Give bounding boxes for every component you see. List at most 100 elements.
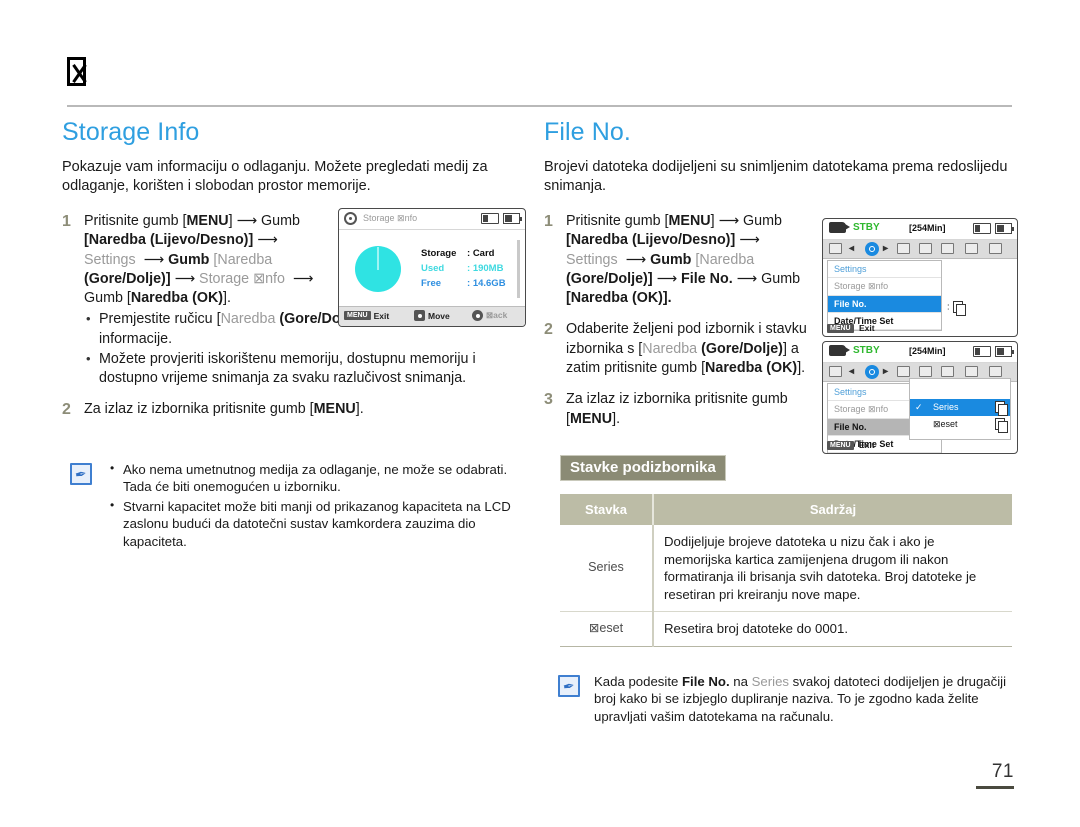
step2-e: ].: [797, 360, 806, 377]
battery-icon: [503, 213, 522, 224]
ok-button-icon: [472, 310, 483, 322]
battery-fill: [505, 215, 512, 222]
file-reset-icon: [992, 418, 1008, 433]
tab-settings[interactable]: [865, 365, 879, 379]
tab-icon-display[interactable]: [829, 366, 842, 377]
note-list: Ako nema umetnutnog medija za odlaganje,…: [106, 460, 532, 552]
menu-item-storage-info[interactable]: Storage ⊠nfo: [828, 278, 941, 296]
step1-line1a: Pritisnite gumb [: [566, 213, 669, 229]
step2-text-b: ].: [355, 400, 364, 417]
battery-icon: [995, 346, 1014, 357]
tab-icon-view[interactable]: [965, 243, 978, 254]
gumb-label: Gumb: [168, 251, 210, 268]
lcd-body: Storage: Card Used: 190MB Free: 14.6GB: [339, 230, 525, 306]
lcd-submenu-popup: ✓ Series ⊠eset: [909, 378, 1011, 440]
file-series-icon: [992, 401, 1008, 416]
arrow-icon: ⟶: [656, 270, 678, 287]
tab-icon-share[interactable]: [941, 243, 954, 254]
step1-line1b: ]: [228, 213, 237, 229]
column-header-item: Stavka: [560, 493, 654, 525]
tab-icon-setup[interactable]: [989, 366, 1002, 377]
gear-icon: [344, 212, 357, 225]
page-title-storage-info: Storage Info: [62, 118, 200, 146]
row-key: Free: [421, 278, 442, 289]
file-no-intro: Brojevi datoteka dodijeljeni su snimljen…: [544, 159, 1008, 194]
naredba-label: [Naredba: [213, 251, 273, 268]
menu-keyword: MENU: [668, 213, 711, 229]
lcd-titlebar: Storage ⊠nfo: [339, 209, 525, 230]
tab-icon-record[interactable]: [897, 243, 910, 254]
tab-settings[interactable]: [865, 242, 879, 256]
card-tab: [483, 215, 488, 222]
tab-icon-playback[interactable]: [919, 366, 932, 377]
step-2: 2 Za izlaz iz izbornika pritisnite gumb …: [62, 400, 532, 419]
remaining-time: [254Min]: [909, 223, 946, 233]
settings-label: Settings: [566, 251, 618, 268]
naredba-ok: [Naredba (OK)].: [566, 290, 672, 307]
popup-item-series[interactable]: ✓ Series: [910, 399, 1010, 416]
page-number-rule: [976, 786, 1014, 789]
tab-icon-view[interactable]: [965, 366, 978, 377]
step2-bold: (Gore/Dolje): [701, 340, 783, 357]
gumb-label: Gumb: [650, 251, 692, 268]
storage-pie-chart: [355, 246, 401, 292]
menu-item-file-no[interactable]: File No.: [828, 296, 941, 313]
gumb-ok-post: ].: [223, 290, 231, 307]
tab-icon-playback[interactable]: [919, 243, 932, 254]
chevron-right-icon[interactable]: ▸: [883, 243, 888, 254]
menu-item-settings[interactable]: Settings: [828, 261, 941, 278]
list-item: Ako nema umetnutnog medija za odlaganje,…: [106, 460, 532, 496]
header-divider: [67, 105, 1012, 107]
bullet-naredba: Naredba: [220, 311, 276, 328]
status-badge: STBY: [853, 345, 880, 356]
popup-item-label: Series: [933, 402, 959, 412]
lcd-back-button[interactable]: ⊠ack: [472, 310, 508, 322]
submenu-banner: Stavke podizbornika: [560, 454, 726, 481]
lcd-move-button[interactable]: Move: [414, 310, 450, 322]
step1-line2: [Naredba (Lijevo/Desno)]: [566, 232, 736, 249]
arrow-icon: ⟶: [236, 213, 258, 229]
storage-row-storage: Storage: Card: [421, 246, 506, 261]
menu-keyword: MENU: [313, 400, 356, 417]
page-number: 71: [976, 761, 1014, 789]
lcd-scrollbar[interactable]: [517, 240, 520, 298]
step2-ok: Naredba (OK): [705, 360, 798, 377]
row-sep: :: [467, 263, 471, 274]
left-note-box: ✒ Ako nema umetnutnog medija za odlaganj…: [70, 460, 532, 552]
chevron-left-icon[interactable]: ◂: [849, 243, 854, 254]
memory-card-icon: [973, 223, 991, 234]
row-value: 14.6GB: [472, 278, 506, 289]
lcd-tabbar: ◂ ▸: [823, 240, 1017, 259]
tab-icon-display[interactable]: [829, 243, 842, 254]
lcd-exit-button[interactable]: MENU Exit: [344, 310, 389, 321]
row-key: Storage: [421, 248, 457, 259]
storage-rows: Storage: Card Used: 190MB Free: 14.6GB: [421, 246, 506, 291]
popup-spacer: [910, 379, 1010, 399]
dpad-icon: [414, 310, 425, 322]
lcd-exit-button[interactable]: MENU Exit: [827, 440, 875, 450]
note-c: na: [729, 673, 752, 689]
note-quill-icon: ✒: [558, 674, 580, 697]
tab-icon-record[interactable]: [897, 366, 910, 377]
chevron-left-icon[interactable]: ◂: [849, 366, 854, 377]
lcd-menu-list: Settings Storage ⊠nfo File No. Date/Time…: [827, 260, 942, 331]
cell-item: ⊠eset: [560, 611, 654, 647]
list-item: Možete provjeriti iskorištenu memoriju, …: [84, 349, 532, 389]
step-number: 1: [62, 213, 71, 230]
tab-icon-setup[interactable]: [989, 243, 1002, 254]
step1-line2: [Naredba (Lijevo/Desno)]: [84, 232, 254, 249]
menu-tag: MENU: [827, 324, 854, 333]
popup-item-reset[interactable]: ⊠eset: [910, 416, 1010, 433]
lcd-bottombar: MENU Exit Move ⊠ack: [339, 306, 525, 326]
lcd-exit-button[interactable]: MENU Exit: [827, 323, 875, 333]
exit-label: Exit: [859, 439, 875, 450]
back-label: ⊠ack: [486, 310, 508, 321]
chevron-right-icon[interactable]: ▸: [883, 366, 888, 377]
step-number: 2: [544, 321, 553, 339]
row-sep: :: [467, 248, 471, 259]
tab-icon-share[interactable]: [941, 366, 954, 377]
table-row: ⊠eset Resetira broj datoteke do 0001.: [560, 611, 1012, 647]
lcd-file-no-popup: STBY [254Min] ◂ ▸ Settings Storage ⊠nfo …: [822, 341, 1018, 454]
arrow-icon: ⟶: [739, 232, 760, 249]
move-label: Move: [428, 310, 450, 321]
